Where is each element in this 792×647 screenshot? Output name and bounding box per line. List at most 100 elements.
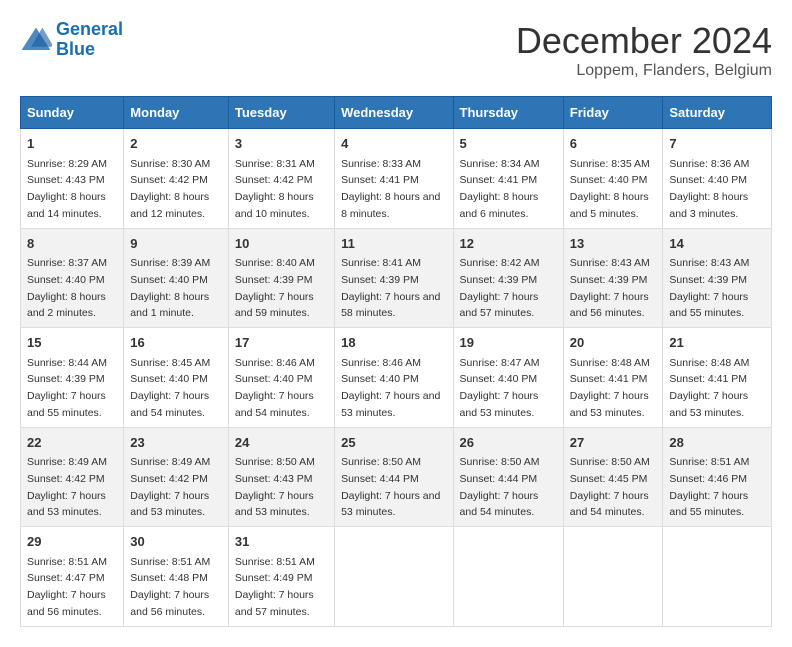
day-info: Sunrise: 8:51 AMSunset: 4:47 PMDaylight:… xyxy=(27,556,107,618)
header-day-sunday: Sunday xyxy=(21,97,124,129)
header-day-saturday: Saturday xyxy=(663,97,772,129)
day-info: Sunrise: 8:50 AMSunset: 4:45 PMDaylight:… xyxy=(570,456,650,518)
calendar-cell: 16 Sunrise: 8:45 AMSunset: 4:40 PMDaylig… xyxy=(124,328,229,428)
day-info: Sunrise: 8:29 AMSunset: 4:43 PMDaylight:… xyxy=(27,158,107,220)
day-info: Sunrise: 8:45 AMSunset: 4:40 PMDaylight:… xyxy=(130,357,210,419)
calendar-cell: 20 Sunrise: 8:48 AMSunset: 4:41 PMDaylig… xyxy=(563,328,663,428)
calendar-week-row: 1 Sunrise: 8:29 AMSunset: 4:43 PMDayligh… xyxy=(21,129,772,229)
day-number: 26 xyxy=(460,433,557,453)
calendar-cell: 23 Sunrise: 8:49 AMSunset: 4:42 PMDaylig… xyxy=(124,427,229,527)
day-info: Sunrise: 8:43 AMSunset: 4:39 PMDaylight:… xyxy=(669,257,749,319)
day-info: Sunrise: 8:46 AMSunset: 4:40 PMDaylight:… xyxy=(341,357,440,419)
day-info: Sunrise: 8:33 AMSunset: 4:41 PMDaylight:… xyxy=(341,158,440,220)
day-number: 10 xyxy=(235,234,328,254)
day-info: Sunrise: 8:35 AMSunset: 4:40 PMDaylight:… xyxy=(570,158,650,220)
day-info: Sunrise: 8:37 AMSunset: 4:40 PMDaylight:… xyxy=(27,257,107,319)
day-number: 31 xyxy=(235,532,328,552)
calendar-cell: 8 Sunrise: 8:37 AMSunset: 4:40 PMDayligh… xyxy=(21,228,124,328)
day-number: 6 xyxy=(570,134,657,154)
calendar-cell: 14 Sunrise: 8:43 AMSunset: 4:39 PMDaylig… xyxy=(663,228,772,328)
calendar-cell: 27 Sunrise: 8:50 AMSunset: 4:45 PMDaylig… xyxy=(563,427,663,527)
day-number: 19 xyxy=(460,333,557,353)
day-info: Sunrise: 8:43 AMSunset: 4:39 PMDaylight:… xyxy=(570,257,650,319)
calendar-cell: 6 Sunrise: 8:35 AMSunset: 4:40 PMDayligh… xyxy=(563,129,663,229)
calendar-cell: 4 Sunrise: 8:33 AMSunset: 4:41 PMDayligh… xyxy=(335,129,453,229)
day-info: Sunrise: 8:50 AMSunset: 4:44 PMDaylight:… xyxy=(341,456,440,518)
day-number: 2 xyxy=(130,134,222,154)
calendar-cell xyxy=(335,527,453,627)
day-number: 18 xyxy=(341,333,446,353)
calendar-cell: 28 Sunrise: 8:51 AMSunset: 4:46 PMDaylig… xyxy=(663,427,772,527)
logo-text: General Blue xyxy=(56,20,123,60)
calendar-cell: 18 Sunrise: 8:46 AMSunset: 4:40 PMDaylig… xyxy=(335,328,453,428)
day-number: 13 xyxy=(570,234,657,254)
day-info: Sunrise: 8:44 AMSunset: 4:39 PMDaylight:… xyxy=(27,357,107,419)
calendar-cell xyxy=(453,527,563,627)
calendar-cell: 7 Sunrise: 8:36 AMSunset: 4:40 PMDayligh… xyxy=(663,129,772,229)
day-number: 7 xyxy=(669,134,765,154)
day-info: Sunrise: 8:31 AMSunset: 4:42 PMDaylight:… xyxy=(235,158,315,220)
calendar-cell: 24 Sunrise: 8:50 AMSunset: 4:43 PMDaylig… xyxy=(228,427,334,527)
day-info: Sunrise: 8:41 AMSunset: 4:39 PMDaylight:… xyxy=(341,257,440,319)
day-info: Sunrise: 8:49 AMSunset: 4:42 PMDaylight:… xyxy=(27,456,107,518)
calendar-cell: 26 Sunrise: 8:50 AMSunset: 4:44 PMDaylig… xyxy=(453,427,563,527)
calendar-week-row: 15 Sunrise: 8:44 AMSunset: 4:39 PMDaylig… xyxy=(21,328,772,428)
day-info: Sunrise: 8:51 AMSunset: 4:46 PMDaylight:… xyxy=(669,456,749,518)
day-number: 20 xyxy=(570,333,657,353)
day-number: 21 xyxy=(669,333,765,353)
calendar-cell: 1 Sunrise: 8:29 AMSunset: 4:43 PMDayligh… xyxy=(21,129,124,229)
calendar-cell: 11 Sunrise: 8:41 AMSunset: 4:39 PMDaylig… xyxy=(335,228,453,328)
title-block: December 2024 Loppem, Flanders, Belgium xyxy=(516,20,772,80)
day-info: Sunrise: 8:40 AMSunset: 4:39 PMDaylight:… xyxy=(235,257,315,319)
day-info: Sunrise: 8:34 AMSunset: 4:41 PMDaylight:… xyxy=(460,158,540,220)
calendar-week-row: 22 Sunrise: 8:49 AMSunset: 4:42 PMDaylig… xyxy=(21,427,772,527)
calendar-cell: 30 Sunrise: 8:51 AMSunset: 4:48 PMDaylig… xyxy=(124,527,229,627)
day-number: 22 xyxy=(27,433,117,453)
day-info: Sunrise: 8:42 AMSunset: 4:39 PMDaylight:… xyxy=(460,257,540,319)
calendar-cell: 31 Sunrise: 8:51 AMSunset: 4:49 PMDaylig… xyxy=(228,527,334,627)
day-number: 25 xyxy=(341,433,446,453)
day-number: 12 xyxy=(460,234,557,254)
header-day-friday: Friday xyxy=(563,97,663,129)
header-day-monday: Monday xyxy=(124,97,229,129)
day-number: 29 xyxy=(27,532,117,552)
day-info: Sunrise: 8:46 AMSunset: 4:40 PMDaylight:… xyxy=(235,357,315,419)
day-number: 23 xyxy=(130,433,222,453)
day-number: 15 xyxy=(27,333,117,353)
logo: General Blue xyxy=(20,20,123,60)
calendar-cell: 21 Sunrise: 8:48 AMSunset: 4:41 PMDaylig… xyxy=(663,328,772,428)
main-title: December 2024 xyxy=(516,20,772,62)
header-day-tuesday: Tuesday xyxy=(228,97,334,129)
day-info: Sunrise: 8:30 AMSunset: 4:42 PMDaylight:… xyxy=(130,158,210,220)
day-info: Sunrise: 8:48 AMSunset: 4:41 PMDaylight:… xyxy=(669,357,749,419)
calendar-table: SundayMondayTuesdayWednesdayThursdayFrid… xyxy=(20,96,772,627)
day-info: Sunrise: 8:51 AMSunset: 4:48 PMDaylight:… xyxy=(130,556,210,618)
calendar-cell: 10 Sunrise: 8:40 AMSunset: 4:39 PMDaylig… xyxy=(228,228,334,328)
day-number: 4 xyxy=(341,134,446,154)
day-number: 5 xyxy=(460,134,557,154)
day-info: Sunrise: 8:48 AMSunset: 4:41 PMDaylight:… xyxy=(570,357,650,419)
day-number: 9 xyxy=(130,234,222,254)
calendar-cell xyxy=(663,527,772,627)
calendar-cell xyxy=(563,527,663,627)
subtitle: Loppem, Flanders, Belgium xyxy=(516,62,772,80)
day-info: Sunrise: 8:51 AMSunset: 4:49 PMDaylight:… xyxy=(235,556,315,618)
day-info: Sunrise: 8:36 AMSunset: 4:40 PMDaylight:… xyxy=(669,158,749,220)
calendar-header-row: SundayMondayTuesdayWednesdayThursdayFrid… xyxy=(21,97,772,129)
calendar-cell: 17 Sunrise: 8:46 AMSunset: 4:40 PMDaylig… xyxy=(228,328,334,428)
day-number: 14 xyxy=(669,234,765,254)
day-number: 11 xyxy=(341,234,446,254)
day-info: Sunrise: 8:49 AMSunset: 4:42 PMDaylight:… xyxy=(130,456,210,518)
day-info: Sunrise: 8:47 AMSunset: 4:40 PMDaylight:… xyxy=(460,357,540,419)
calendar-cell: 2 Sunrise: 8:30 AMSunset: 4:42 PMDayligh… xyxy=(124,129,229,229)
calendar-cell: 15 Sunrise: 8:44 AMSunset: 4:39 PMDaylig… xyxy=(21,328,124,428)
day-number: 24 xyxy=(235,433,328,453)
page-header: General Blue December 2024 Loppem, Fland… xyxy=(20,20,772,80)
header-day-wednesday: Wednesday xyxy=(335,97,453,129)
day-number: 30 xyxy=(130,532,222,552)
calendar-cell: 29 Sunrise: 8:51 AMSunset: 4:47 PMDaylig… xyxy=(21,527,124,627)
calendar-cell: 9 Sunrise: 8:39 AMSunset: 4:40 PMDayligh… xyxy=(124,228,229,328)
calendar-cell: 19 Sunrise: 8:47 AMSunset: 4:40 PMDaylig… xyxy=(453,328,563,428)
day-info: Sunrise: 8:50 AMSunset: 4:44 PMDaylight:… xyxy=(460,456,540,518)
day-info: Sunrise: 8:39 AMSunset: 4:40 PMDaylight:… xyxy=(130,257,210,319)
